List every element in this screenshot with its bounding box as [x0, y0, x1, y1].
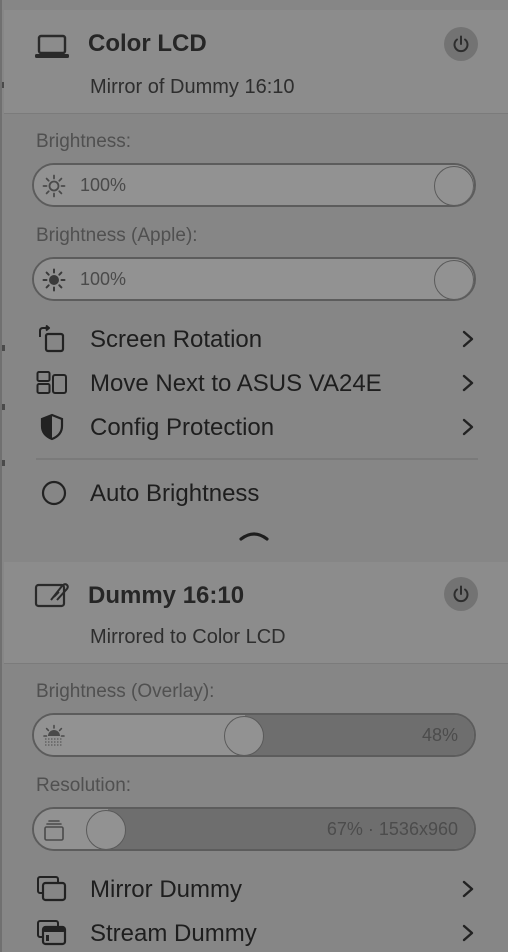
auto-brightness-label: Auto Brightness — [90, 480, 260, 507]
display-menu: Color LCD Mirror of Dummy 16:10 Brightne… — [0, 0, 508, 952]
arrange-displays-icon — [36, 371, 67, 394]
menu-item-move-next-to[interactable]: Move Next to ASUS VA24E — [4, 363, 508, 403]
menu-item-mirror-dummy[interactable]: Mirror Dummy — [4, 869, 508, 909]
overlay-brightness-slider[interactable]: 48% — [32, 713, 476, 757]
dummy-display-icon — [34, 583, 69, 608]
slider-knob[interactable] — [224, 716, 264, 755]
overlay-brightness-label: Brightness (Overlay): — [36, 681, 215, 702]
chevron-right-icon — [462, 330, 474, 348]
sun-overlay-icon — [43, 724, 65, 746]
shield-icon — [40, 413, 64, 441]
menu-item-config-protection[interactable]: Config Protection — [4, 407, 508, 447]
stream-icon — [37, 920, 67, 946]
menu-item-stream-dummy[interactable]: Stream Dummy — [4, 913, 508, 952]
power-icon — [453, 585, 469, 603]
slider-knob[interactable] — [86, 810, 126, 849]
display-subtitle: Mirrored to Color LCD — [90, 626, 286, 648]
divider — [36, 458, 478, 460]
chevron-right-icon — [462, 880, 474, 898]
overlay-brightness-value: 48% — [421, 725, 458, 745]
power-icon — [453, 35, 469, 53]
resolution-slider[interactable]: 67% · 1536x960 — [32, 807, 476, 851]
circle-unchecked-icon — [41, 480, 67, 506]
menu-item-label: Mirror Dummy — [90, 876, 242, 903]
chevron-right-icon — [462, 418, 474, 436]
menu-item-label: Stream Dummy — [90, 920, 257, 947]
menu-item-label: Move Next to ASUS VA24E — [90, 370, 382, 397]
apple-brightness-label: Brightness (Apple): — [36, 225, 198, 246]
menu-item-screen-rotation[interactable]: Screen Rotation — [4, 319, 508, 359]
menu-item-label: Config Protection — [90, 414, 275, 441]
laptop-icon — [35, 34, 69, 58]
display-header-color-lcd: Color LCD Mirror of Dummy 16:10 — [4, 10, 508, 114]
display-header-dummy: Dummy 16:10 Mirrored to Color LCD — [4, 562, 508, 664]
display-subtitle: Mirror of Dummy 16:10 — [90, 76, 295, 98]
sun-filled-icon — [42, 268, 66, 292]
apple-brightness-value: 100% — [80, 269, 127, 289]
edge-mark — [2, 460, 5, 466]
brightness-label: Brightness: — [36, 131, 132, 152]
auto-brightness-toggle[interactable]: Auto Brightness — [4, 473, 508, 513]
power-button[interactable] — [444, 27, 478, 61]
power-button[interactable] — [444, 577, 478, 611]
sun-outline-icon — [42, 174, 66, 198]
display-title: Dummy 16:10 — [88, 582, 245, 609]
brightness-slider[interactable]: 100% — [32, 163, 476, 207]
resolution-stack-icon — [44, 820, 64, 841]
resolution-label: Resolution: — [36, 775, 132, 796]
slider-knob[interactable] — [434, 260, 474, 299]
mirror-icon — [37, 876, 67, 902]
menu-item-label: Screen Rotation — [90, 326, 263, 353]
rotate-icon — [39, 325, 65, 353]
apple-brightness-slider[interactable]: 100% — [32, 257, 476, 301]
brightness-value: 100% — [80, 175, 127, 195]
slider-knob[interactable] — [434, 166, 474, 205]
chevron-up-icon[interactable] — [238, 528, 270, 542]
resolution-value: 67% · 1536x960 — [326, 819, 458, 839]
chevron-right-icon — [462, 924, 474, 942]
chevron-right-icon — [462, 374, 474, 392]
display-title: Color LCD — [88, 30, 207, 57]
